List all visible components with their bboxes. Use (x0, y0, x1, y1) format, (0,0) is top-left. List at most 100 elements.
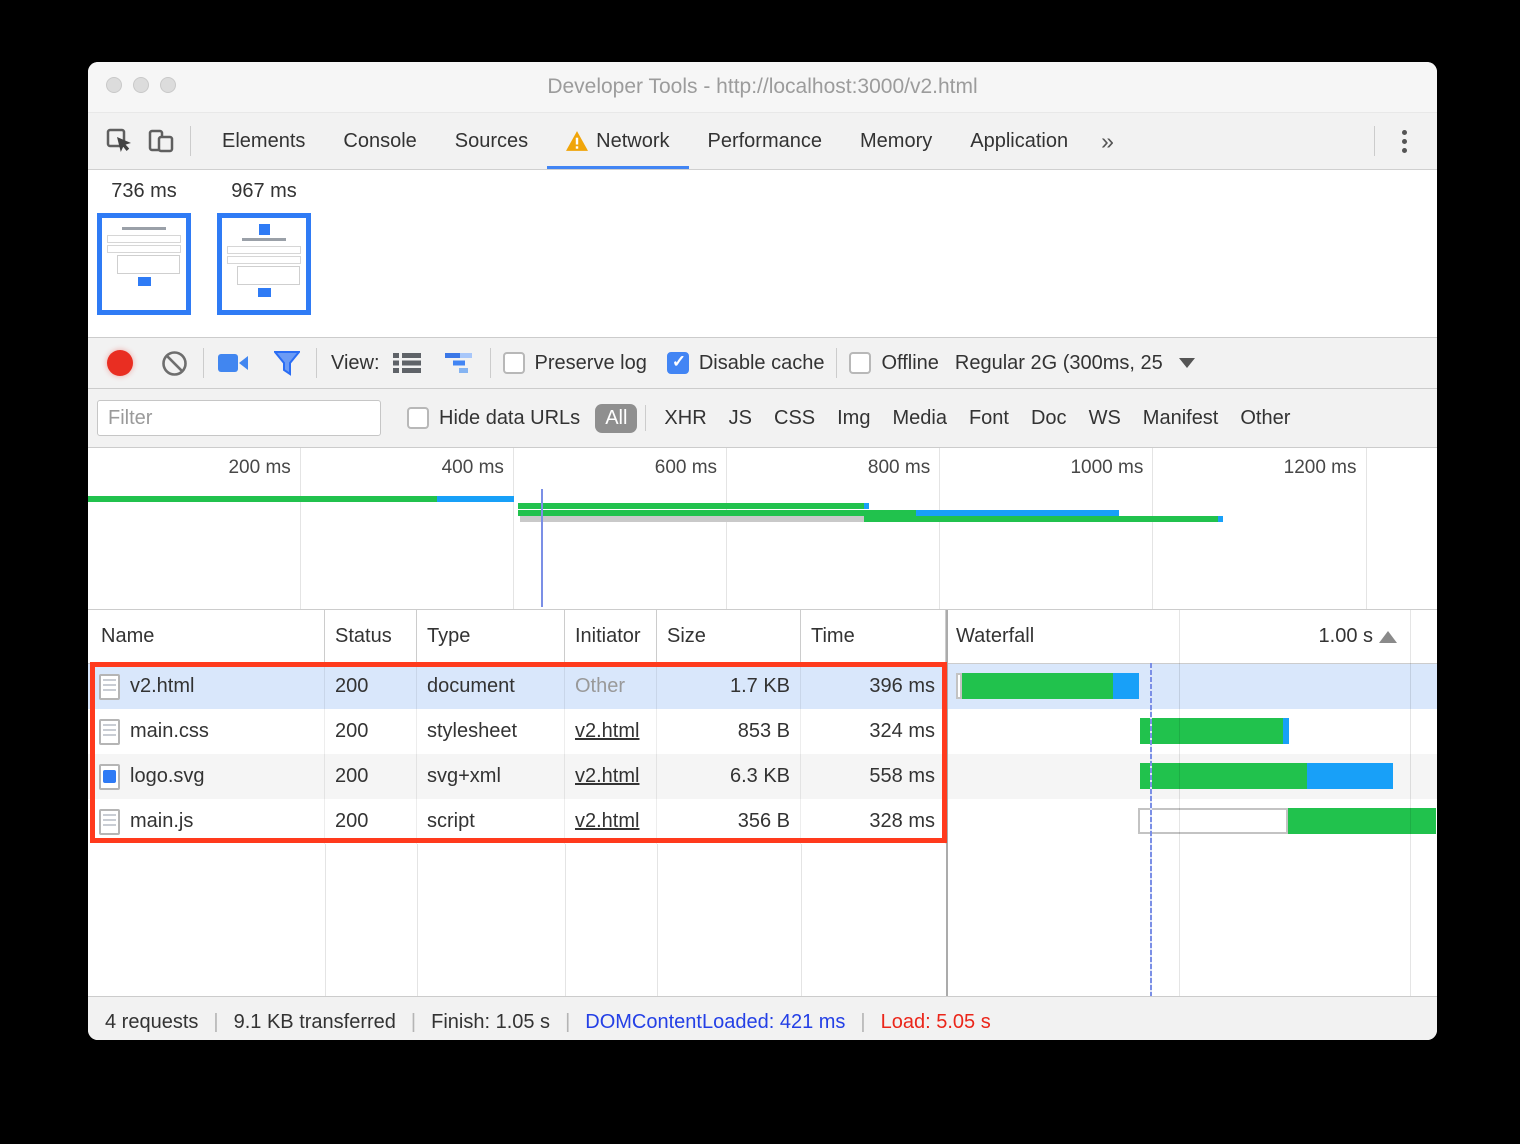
column-separator (417, 843, 418, 996)
overview-bar-row (88, 503, 1437, 509)
column-header-name[interactable]: Name (88, 610, 325, 663)
filter-type-js[interactable]: JS (719, 404, 762, 433)
column-header-initiator[interactable]: Initiator (565, 610, 657, 663)
filmstrip-thumbnail[interactable] (97, 213, 191, 315)
throttling-select[interactable]: Regular 2G (300ms, 25 (955, 352, 1195, 375)
thumbnail-logo-sketch (259, 224, 270, 235)
sort-ascending-icon[interactable] (1379, 631, 1397, 643)
initiator-link[interactable]: v2.html (575, 810, 639, 833)
tab-label: Application (970, 130, 1068, 153)
filmstrip-frame[interactable]: 736 ms (97, 180, 191, 315)
overview-gridline (1152, 448, 1153, 609)
overview-bar-segment (518, 510, 916, 516)
tab-performance[interactable]: Performance (689, 113, 842, 169)
filter-type-xhr[interactable]: XHR (654, 404, 716, 433)
column-header-status[interactable]: Status (325, 610, 417, 663)
overview-gridline (939, 448, 940, 609)
filter-type-img[interactable]: Img (827, 404, 880, 433)
filter-type-doc[interactable]: Doc (1021, 404, 1077, 433)
tab-application[interactable]: Application (951, 113, 1087, 169)
clear-button[interactable] (157, 346, 191, 380)
cell-waterfall (946, 664, 1437, 709)
record-button[interactable] (103, 346, 137, 380)
capture-screenshots-icon[interactable] (216, 346, 250, 380)
status-item: 4 requests (105, 1011, 198, 1034)
column-header-size[interactable]: Size (657, 610, 801, 663)
waterfall-bar-blue (1113, 673, 1139, 699)
thumbnail-input-sketch (107, 245, 181, 253)
thumbnail-button-sketch (138, 277, 151, 286)
offline-checkbox[interactable] (849, 352, 871, 374)
filter-type-font[interactable]: Font (959, 404, 1019, 433)
overview-bar-segment (520, 516, 864, 522)
device-toolbar-icon[interactable] (144, 124, 178, 158)
cell-name: main.js (88, 799, 325, 844)
table-row[interactable]: main.css200stylesheetv2.html853 B324 ms (88, 709, 1437, 754)
inspect-element-icon[interactable] (102, 124, 136, 158)
overview-bar-segment (864, 503, 869, 509)
initiator-text: Other (575, 675, 625, 698)
offline-option: Offline (849, 352, 938, 375)
column-header-time[interactable]: Time (801, 610, 946, 663)
hide-data-urls-checkbox[interactable] (407, 407, 429, 429)
filter-type-ws[interactable]: WS (1079, 404, 1131, 433)
list-view-icon[interactable] (390, 346, 424, 380)
filmstrip-frames: 736 ms 967 ms (88, 170, 1437, 315)
toolbar-divider (836, 348, 837, 378)
cell-waterfall (946, 754, 1437, 799)
filmstrip-thumbnail[interactable] (217, 213, 311, 315)
cell-initiator: v2.html (565, 709, 657, 754)
filter-icon[interactable] (270, 346, 304, 380)
document-file-icon (99, 809, 120, 835)
overview-gridline (300, 448, 301, 609)
request-name: main.css (130, 720, 209, 743)
overview-bar-segment (437, 496, 514, 502)
tab-sources[interactable]: Sources (436, 113, 547, 169)
disable-cache-checkbox[interactable] (667, 352, 689, 374)
window-title: Developer Tools - http://localhost:3000/… (88, 62, 1437, 112)
network-overview-timeline[interactable]: 200 ms400 ms600 ms800 ms1000 ms1200 ms (88, 448, 1437, 610)
filter-type-manifest[interactable]: Manifest (1133, 404, 1229, 433)
document-file-icon (99, 719, 120, 745)
table-row[interactable]: main.js200scriptv2.html356 B328 ms (88, 799, 1437, 844)
filter-type-all[interactable]: All (595, 404, 637, 433)
cell-status: 200 (325, 754, 417, 799)
more-tabs-chevron[interactable]: » (1087, 128, 1128, 155)
filter-type-css[interactable]: CSS (764, 404, 825, 433)
filter-divider (645, 405, 646, 431)
network-toolbar: View: Preserve log Disable cache (88, 338, 1437, 389)
column-separator (657, 843, 658, 996)
filter-type-media[interactable]: Media (882, 404, 956, 433)
view-label: View: (331, 352, 380, 375)
waterfall-view-icon[interactable] (444, 346, 478, 380)
kebab-menu-icon[interactable] (1387, 124, 1421, 158)
filmstrip-frame[interactable]: 967 ms (217, 180, 311, 315)
tab-memory[interactable]: Memory (841, 113, 951, 169)
thumbnail-title-sketch (242, 238, 286, 241)
column-header-type[interactable]: Type (417, 610, 565, 663)
tab-elements[interactable]: Elements (203, 113, 324, 169)
overview-bar-row (88, 496, 1437, 502)
overview-bar-segment (916, 510, 1118, 516)
filter-type-other[interactable]: Other (1230, 404, 1300, 433)
resource-type-filters: All XHRJSCSSImgMediaFontDocWSManifestOthe… (594, 404, 1301, 433)
status-separator: | (565, 1011, 570, 1034)
initiator-link[interactable]: v2.html (575, 765, 639, 788)
disable-cache-label: Disable cache (699, 352, 825, 375)
tab-network[interactable]: Network (547, 113, 688, 169)
cell-type: svg+xml (417, 754, 565, 799)
cell-time: 558 ms (801, 754, 946, 799)
table-row[interactable]: v2.html200documentOther1.7 KB396 ms (88, 664, 1437, 709)
tab-console[interactable]: Console (324, 113, 435, 169)
warning-icon (566, 131, 588, 151)
preserve-log-checkbox[interactable] (503, 352, 525, 374)
status-separator: | (860, 1011, 865, 1034)
filter-input[interactable] (97, 400, 381, 436)
image-file-icon (99, 764, 120, 790)
status-item: Finish: 1.05 s (431, 1011, 550, 1034)
cell-status: 200 (325, 709, 417, 754)
cell-type: script (417, 799, 565, 844)
overview-gridline (1366, 448, 1367, 609)
table-row[interactable]: logo.svg200svg+xmlv2.html6.3 KB558 ms (88, 754, 1437, 799)
initiator-link[interactable]: v2.html (575, 720, 639, 743)
